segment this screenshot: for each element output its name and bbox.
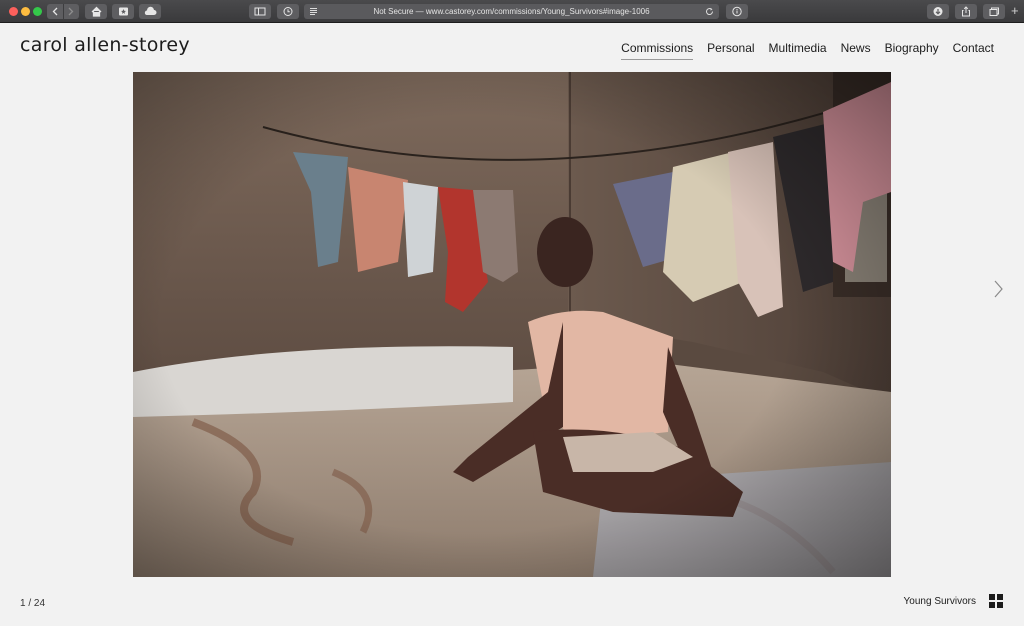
star-icon[interactable] — [112, 4, 134, 19]
address-bar[interactable]: Not Secure — www.castorey.com/commission… — [304, 4, 719, 19]
download-icon[interactable] — [927, 4, 949, 19]
cloud-icon[interactable] — [139, 4, 161, 19]
forward-icon[interactable] — [62, 4, 80, 19]
zoom-window-button[interactable] — [33, 7, 42, 16]
back-forward-buttons — [47, 4, 79, 19]
main-nav: Commissions Personal Multimedia News Bio… — [621, 41, 994, 60]
new-tab-button[interactable]: + — [1011, 4, 1019, 18]
nav-news[interactable]: News — [841, 41, 871, 60]
url-text: Not Secure — www.castorey.com/commission… — [373, 4, 649, 19]
image-counter: 1 / 24 — [20, 598, 46, 609]
grid-icon[interactable] — [989, 594, 1003, 608]
browser-toolbar: Not Secure — www.castorey.com/commission… — [0, 0, 1024, 23]
gallery-title: Young Survivors — [903, 596, 976, 607]
home-icon[interactable] — [85, 4, 107, 19]
minimize-window-button[interactable] — [21, 7, 30, 16]
info-icon[interactable] — [726, 4, 748, 19]
sidebar-icon[interactable] — [249, 4, 271, 19]
photo-illustration — [133, 72, 891, 577]
nav-personal[interactable]: Personal — [707, 41, 754, 60]
chevron-right-icon[interactable] — [994, 280, 1003, 303]
nav-contact[interactable]: Contact — [953, 41, 994, 60]
share-icon[interactable] — [955, 4, 977, 19]
tabs-icon[interactable] — [983, 4, 1005, 19]
reload-icon[interactable] — [705, 4, 714, 24]
gallery-photo[interactable] — [133, 72, 891, 577]
history-icon[interactable] — [277, 4, 299, 19]
nav-commissions[interactable]: Commissions — [621, 41, 694, 60]
nav-multimedia[interactable]: Multimedia — [769, 41, 827, 60]
reader-icon[interactable] — [309, 4, 318, 24]
site-logo[interactable]: carol allen-storey — [20, 34, 190, 56]
url-value: www.castorey.com/commissions/Young_Survi… — [425, 7, 650, 16]
security-label: Not Secure — — [373, 7, 426, 16]
close-window-button[interactable] — [9, 7, 18, 16]
back-icon[interactable] — [47, 4, 63, 19]
nav-biography[interactable]: Biography — [885, 41, 939, 60]
